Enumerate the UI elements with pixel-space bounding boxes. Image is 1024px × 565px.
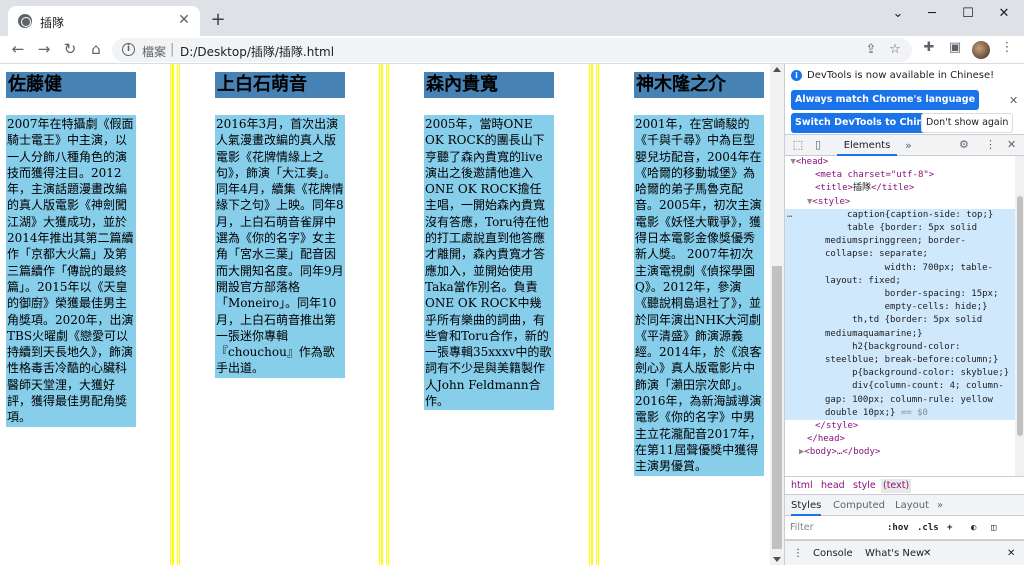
forward-button[interactable]: → (34, 39, 54, 59)
column-heading: 佐藤健 (6, 72, 136, 98)
back-button[interactable]: ← (8, 39, 28, 59)
extensions-icon[interactable]: ✚ (920, 39, 938, 57)
breadcrumb-head[interactable]: head (821, 477, 845, 494)
hover-state-toggle[interactable]: :hov (887, 516, 909, 540)
info-icon: i (791, 70, 802, 81)
breadcrumb-html[interactable]: html (791, 477, 813, 494)
sidebar-toggle-icon[interactable]: ◫ (991, 516, 996, 540)
tab-search-icon[interactable]: ⌄ (884, 4, 912, 24)
language-banner-text: DevTools is now available in Chinese! (807, 70, 995, 81)
dom-scroll-thumb[interactable] (1017, 196, 1023, 436)
tab-styles[interactable]: Styles (791, 495, 822, 516)
styles-filter-bar: Filter :hov .cls + ◐ ◫ (785, 516, 1024, 540)
devtools-drawer: ⋮ Console What's New ✕ ✕ (785, 540, 1024, 565)
scroll-thumb[interactable] (772, 266, 782, 549)
bookmark-star-icon[interactable]: ☆ (886, 41, 904, 59)
dom-node-meta[interactable]: <meta charset="utf-8"> (785, 169, 1017, 182)
globe-icon (18, 14, 32, 28)
page-scrollbar[interactable] (770, 64, 784, 565)
tab-computed[interactable]: Computed (833, 495, 885, 516)
dom-node-title[interactable]: <title>插隊</title> (785, 182, 1017, 195)
tab-elements[interactable]: Elements (837, 135, 897, 156)
dom-node-style-close[interactable]: </style> (785, 420, 1017, 433)
column-heading: 神木隆之介 (634, 72, 764, 98)
dom-node-style[interactable]: ▼<style> (785, 196, 1017, 209)
column-rule (170, 64, 180, 565)
dom-node-head-close[interactable]: </head> (785, 433, 1017, 446)
settings-gear-icon[interactable]: ⚙ (959, 138, 969, 152)
drawer-tab-whats-new[interactable]: What's New (865, 541, 924, 565)
dom-node-body[interactable]: ▶<body>…</body> (785, 446, 1017, 459)
devtools-menu-icon[interactable]: ⋮ (985, 138, 996, 152)
device-toolbar-icon[interactable]: ▯ (811, 138, 825, 152)
close-window-button[interactable]: ✕ (990, 4, 1018, 24)
breadcrumb-style[interactable]: style (853, 477, 876, 494)
tab-title: 插隊 (40, 16, 65, 30)
tab-strip: 插隊 ✕ + ⌄ ─ ☐ ✕ (0, 0, 1024, 36)
match-language-button[interactable]: Always match Chrome's language (791, 90, 980, 110)
filter-input[interactable]: Filter (790, 516, 814, 540)
column-3: 森內貴寬 2005年，當時ONE OK ROCK的團長山下亨聽了森內貴寬的liv… (424, 72, 554, 411)
browser-toolbar: ← → ↻ ⌂ i 檔案 | D:/Desktop/插隊/插隊.html ⇪ ☆… (0, 36, 1024, 64)
dom-tree: ▼<head> <meta charset="utf-8"> <title>插隊… (785, 156, 1017, 476)
dom-breadcrumbs: html head style (text) (785, 476, 1024, 494)
dom-node-style-text[interactable]: … caption{caption-side: top;} table {bord… (785, 208, 1017, 421)
drawer-close-icon[interactable]: ✕ (1007, 541, 1015, 565)
whats-new-close-icon[interactable]: ✕ (923, 541, 931, 565)
url-separator: | (170, 42, 175, 57)
column-4: 神木隆之介 2001年，在宮崎駿的《千與千尋》中為巨型嬰兒坊配音，2004年在《… (634, 72, 764, 476)
paint-icon[interactable]: ◐ (971, 516, 976, 540)
column-paragraph: 2007年在特攝劇《假面騎士電王》中主演，以一人分飾八種角色的演技而獲得注目。2… (6, 115, 136, 427)
column-paragraph: 2001年，在宮崎駿的《千與千尋》中為巨型嬰兒坊配音，2004年在《哈爾的移動城… (634, 115, 764, 476)
styles-tabbar: Styles Computed Layout » (785, 494, 1024, 516)
class-toggle[interactable]: .cls (917, 516, 939, 540)
inspect-element-icon[interactable]: ⬚ (791, 138, 805, 152)
selected-node-marker: == $0 (900, 407, 928, 418)
devtools-tabbar: ⬚ ▯ Elements » ⚙ ⋮ ✕ (785, 134, 1024, 156)
file-scheme-label: 檔案 (142, 45, 167, 59)
dom-node-head[interactable]: ▼<head> (785, 156, 1017, 169)
column-rule (589, 64, 599, 565)
page-viewport: 佐藤健 2007年在特攝劇《假面騎士電王》中主演，以一人分飾八種角色的演技而獲得… (0, 64, 770, 565)
column-heading: 森內貴寬 (424, 72, 554, 98)
column-2: 上白石萌音 2016年3月，首次出演人氣漫畫改編的真人版電影《花牌情緣上之句》，… (215, 72, 345, 378)
dont-show-again-button[interactable]: Don't show again (921, 113, 1014, 133)
tab-close-icon[interactable]: ✕ (176, 12, 192, 28)
browser-tab[interactable]: 插隊 ✕ (8, 6, 200, 36)
more-style-tabs-icon[interactable]: » (937, 495, 943, 516)
browser-menu-icon[interactable]: ⋮ (998, 39, 1016, 57)
profile-avatar[interactable] (972, 41, 990, 59)
column-paragraph: 2016年3月，首次出演人氣漫畫改編的真人版電影《花牌情緣上之句》，飾演「大江奏… (215, 115, 345, 378)
scroll-down-arrow-icon[interactable] (773, 557, 781, 562)
banner-close-icon[interactable]: ✕ (1009, 94, 1018, 107)
column-1: 佐藤健 2007年在特攝劇《假面騎士電王》中主演，以一人分飾八種角色的演技而獲得… (6, 72, 136, 427)
ellipsis-icon[interactable]: … (787, 209, 792, 222)
address-bar[interactable]: i 檔案 | D:/Desktop/插隊/插隊.html ⇪ ☆ (112, 38, 912, 62)
tab-layout[interactable]: Layout (895, 495, 929, 516)
minimize-button[interactable]: ─ (918, 4, 946, 24)
column-rule (379, 64, 389, 565)
breadcrumb-text[interactable]: (text) (881, 479, 912, 493)
drawer-menu-icon[interactable]: ⋮ (793, 541, 803, 565)
share-icon[interactable]: ⇪ (862, 41, 880, 59)
new-rule-icon[interactable]: + (947, 516, 952, 540)
more-tabs-icon[interactable]: » (905, 135, 912, 156)
reload-button[interactable]: ↻ (60, 39, 80, 59)
dom-scrollbar[interactable] (1015, 156, 1024, 476)
column-heading: 上白石萌音 (215, 72, 345, 98)
site-info-icon[interactable]: i (122, 43, 135, 56)
side-panel-icon[interactable]: ▣ (946, 39, 964, 57)
scroll-up-arrow-icon[interactable] (773, 67, 781, 72)
home-button[interactable]: ⌂ (86, 39, 106, 59)
new-tab-button[interactable]: + (208, 10, 228, 30)
drawer-tab-console[interactable]: Console (813, 541, 853, 565)
restore-button[interactable]: ☐ (954, 4, 982, 24)
devtools-panel: i DevTools is now available in Chinese! … (784, 64, 1024, 565)
column-paragraph: 2005年，當時ONE OK ROCK的團長山下亨聽了森內貴寬的live演出之後… (424, 115, 554, 411)
devtools-close-icon[interactable]: ✕ (1007, 138, 1016, 152)
url-text[interactable]: D:/Desktop/插隊/插隊.html (180, 43, 334, 60)
